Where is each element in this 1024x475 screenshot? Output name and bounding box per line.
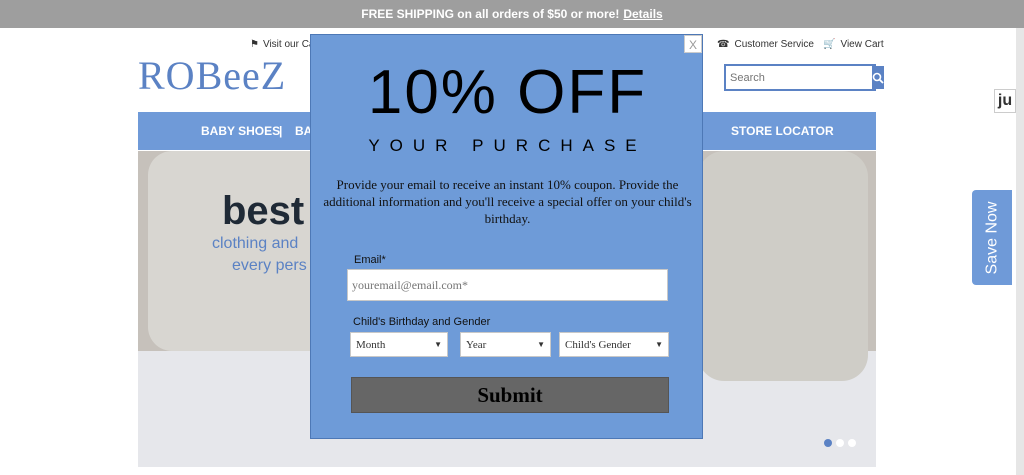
modal-description: Provide your email to receive an instant… [323,177,692,226]
phone-icon: ☎ [717,39,730,50]
modal-title: 10% OFF [367,58,648,127]
search-button[interactable] [872,66,884,89]
carousel-dot-1[interactable] [824,439,832,447]
month-select[interactable]: Month ▼ [350,332,448,357]
save-now-tab[interactable]: Save Now [972,190,1012,285]
visit-label: Visit our Ca [262,39,315,50]
shipping-banner: FREE SHIPPING on all orders of $50 or mo… [0,0,1024,28]
shipping-details-link[interactable]: Details [623,7,662,21]
gender-select-value: Child's Gender [565,338,631,351]
carousel-dot-3[interactable] [848,439,856,447]
hero-pillow-right [698,151,868,381]
coupon-modal: X 10% OFF YOUR PURCHASE Provide your ema… [310,34,703,439]
view-cart-label: View Cart [840,39,884,50]
scrollbar-track[interactable] [1016,28,1024,475]
gender-select[interactable]: Child's Gender ▼ [559,332,669,357]
cart-icon: 🛒 [823,39,836,50]
nav-item-baby-shoes[interactable]: BABY SHOES [201,124,280,138]
view-cart-link[interactable]: 🛒 View Cart [823,39,884,50]
search-input[interactable] [726,66,872,89]
search-icon [872,72,884,84]
customer-service-label: Customer Service [734,39,814,50]
chevron-down-icon: ▼ [537,340,545,349]
nav-divider: | [279,124,283,138]
chevron-down-icon: ▼ [434,340,442,349]
month-select-value: Month [356,338,386,351]
shipping-text: FREE SHIPPING on all orders of $50 or mo… [361,7,620,21]
hero-subline-2: every pers [232,257,307,274]
email-field[interactable] [347,269,668,301]
robeez-logo[interactable]: ROBeeZ [138,52,286,99]
ju-widget[interactable]: ju [994,89,1016,113]
carousel-dot-2[interactable] [836,439,844,447]
year-select[interactable]: Year ▼ [460,332,551,357]
hero-subline-1: clothing and [212,235,299,252]
save-now-label: Save Now [983,201,1001,274]
year-select-value: Year [466,338,487,351]
flag-icon: ⚑ [250,39,259,50]
search-box [724,64,884,91]
modal-subtitle: YOUR PURCHASE [368,136,647,155]
customer-service-link[interactable]: ☎ Customer Service [717,39,814,50]
close-button[interactable]: X [684,35,702,53]
chevron-down-icon: ▼ [655,340,663,349]
carousel-dots [824,439,856,447]
birthday-gender-label: Child's Birthday and Gender [353,316,491,328]
submit-button[interactable]: Submit [351,377,669,413]
nav-item-store-locator[interactable]: STORE LOCATOR [731,124,834,138]
visit-link[interactable]: ⚑ Visit our Ca [250,39,314,50]
email-label: Email* [354,254,386,266]
